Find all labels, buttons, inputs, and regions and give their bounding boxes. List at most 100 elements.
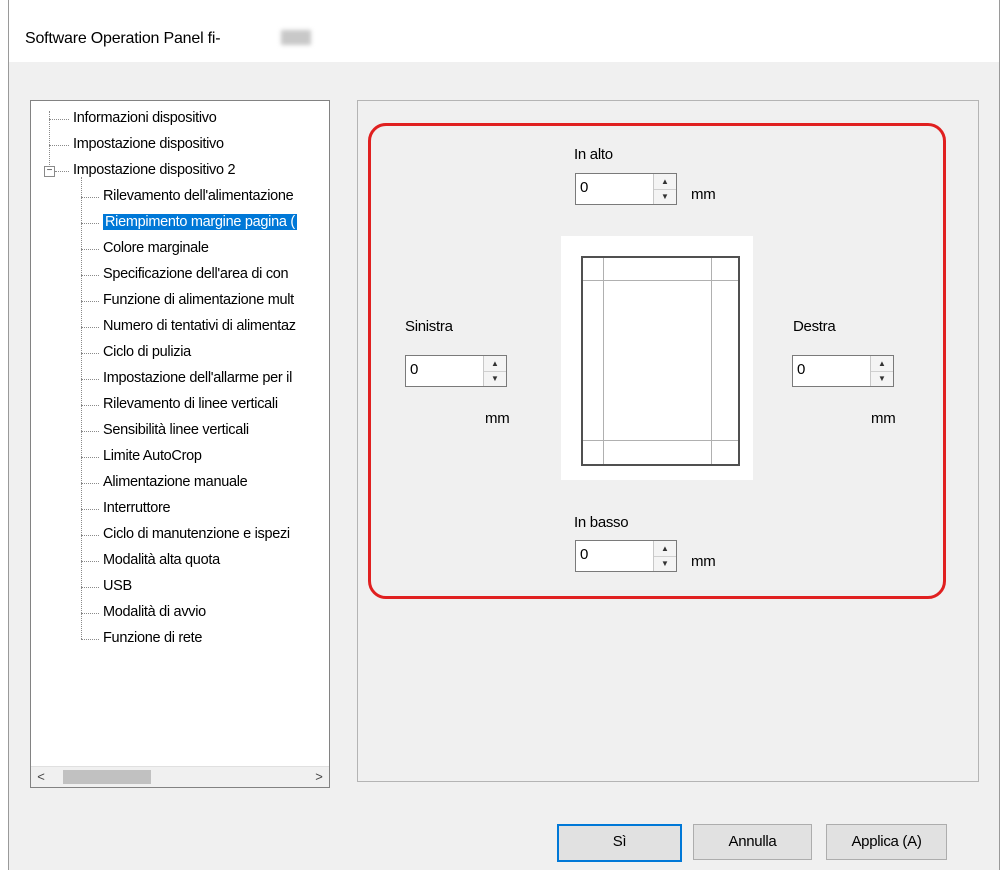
bottom-margin-value[interactable]: 0 [580, 546, 588, 563]
ok-button[interactable]: Sì [557, 824, 682, 862]
top-margin-unit: mm [691, 186, 716, 203]
tree-connector [81, 379, 99, 380]
tree-connector [81, 301, 99, 302]
tree-node-label: Impostazione dispositivo [73, 136, 224, 152]
tree-node-label: Rilevamento di linee verticali [103, 396, 278, 412]
tree-connector [81, 405, 99, 406]
tree-node-label: Riempimento margine pagina ( [103, 214, 297, 230]
scroll-right-arrow-icon[interactable]: > [309, 767, 329, 787]
tree-node-label: Limite AutoCrop [103, 448, 202, 464]
tree-node-label: Ciclo di pulizia [103, 344, 191, 360]
left-margin-spinbox[interactable]: 0 ▲ ▼ [405, 355, 507, 387]
right-margin-value[interactable]: 0 [797, 361, 805, 378]
tree-connector [81, 275, 99, 276]
tree-connector [81, 535, 99, 536]
right-margin-spinbox[interactable]: 0 ▲ ▼ [792, 355, 894, 387]
tree-child-node[interactable]: Rilevamento dell'alimentazione [103, 185, 294, 207]
redacted-model-number [281, 30, 311, 45]
tree-node-label: Sensibilità linee verticali [103, 422, 249, 438]
tree-node[interactable]: Impostazione dispositivo 2 [73, 159, 236, 181]
tree-child-node[interactable]: Sensibilità linee verticali [103, 419, 249, 441]
tree-child-node[interactable]: USB [103, 575, 132, 597]
top-margin-spinbox[interactable]: 0 ▲ ▼ [575, 173, 677, 205]
spin-up-icon[interactable]: ▲ [654, 541, 676, 557]
right-margin-label: Destra [793, 318, 836, 335]
tree-node-label: Funzione di rete [103, 630, 203, 646]
spin-up-icon[interactable]: ▲ [484, 356, 506, 372]
window-title: Software Operation Panel fi- [25, 30, 221, 47]
left-margin-unit: mm [485, 410, 510, 427]
apply-button[interactable]: Applica (A) [826, 824, 947, 860]
horizontal-scrollbar[interactable]: < > [31, 766, 329, 787]
scrollbar-thumb[interactable] [63, 770, 151, 784]
tree-connector [49, 111, 50, 171]
cancel-button[interactable]: Annulla [693, 824, 812, 860]
tree-node-label: Impostazione dell'allarme per il [103, 370, 293, 386]
tree-node[interactable]: Impostazione dispositivo [73, 133, 224, 155]
tree-connector [81, 561, 99, 562]
page-sheet-icon [581, 256, 740, 466]
tree-node-label: Informazioni dispositivo [73, 110, 217, 126]
tree-connector [81, 177, 82, 639]
tree-connector [81, 197, 99, 198]
spin-up-icon[interactable]: ▲ [871, 356, 893, 372]
tree-child-node[interactable]: Interruttore [103, 497, 171, 519]
right-margin-unit: mm [871, 410, 896, 427]
tree-connector [81, 509, 99, 510]
tree-child-node[interactable]: Impostazione dell'allarme per il [103, 367, 292, 389]
tree-node-label: Specificazione dell'area di con [103, 266, 289, 282]
tree-node-label: Interruttore [103, 500, 171, 516]
tree-node-label: Impostazione dispositivo 2 [73, 162, 236, 178]
tree-connector [81, 353, 99, 354]
top-margin-value[interactable]: 0 [580, 179, 588, 196]
tree-connector [81, 249, 99, 250]
tree-node-label: Funzione di alimentazione mult [103, 292, 294, 308]
tree-node-label: Rilevamento dell'alimentazione [103, 188, 294, 204]
spin-up-icon[interactable]: ▲ [654, 174, 676, 190]
tree-child-node[interactable]: Ciclo di pulizia [103, 341, 191, 363]
tree-node-label: Modalità di avvio [103, 604, 206, 620]
tree-child-node[interactable]: Colore marginale [103, 237, 209, 259]
tree-child-node[interactable]: Ciclo di manutenzione e ispezi [103, 523, 290, 545]
spin-down-icon[interactable]: ▼ [654, 189, 676, 204]
page-preview [561, 236, 753, 480]
title-bar: Software Operation Panel fi- [9, 0, 999, 62]
tree-node-label: Numero di tentativi di alimentaz [103, 318, 296, 334]
tree-child-node[interactable]: Modalità alta quota [103, 549, 220, 571]
tree-node-label: Colore marginale [103, 240, 209, 256]
spin-down-icon[interactable]: ▼ [871, 371, 893, 386]
tree-node-label: Ciclo di manutenzione e ispezi [103, 526, 290, 542]
spin-down-icon[interactable]: ▼ [654, 556, 676, 571]
tree-child-node[interactable]: Limite AutoCrop [103, 445, 202, 467]
spin-down-icon[interactable]: ▼ [484, 371, 506, 386]
tree-child-node[interactable]: Alimentazione manuale [103, 471, 248, 493]
top-margin-label: In alto [574, 146, 613, 163]
tree-connector [81, 431, 99, 432]
tree-child-node[interactable]: Funzione di alimentazione mult [103, 289, 294, 311]
tree-child-node[interactable]: Modalità di avvio [103, 601, 206, 623]
tree-node-label: Modalità alta quota [103, 552, 220, 568]
tree-connector [49, 145, 69, 146]
tree-child-node[interactable]: Funzione di rete [103, 627, 202, 649]
tree-connector [81, 223, 99, 224]
collapse-minus-icon[interactable]: − [44, 166, 55, 177]
scroll-left-arrow-icon[interactable]: < [31, 767, 51, 787]
tree-connector [81, 639, 99, 640]
tree-child-node[interactable]: Rilevamento di linee verticali [103, 393, 278, 415]
tree-node[interactable]: Informazioni dispositivo [73, 107, 217, 129]
tree-child-node[interactable]: Specificazione dell'area di con [103, 263, 289, 285]
tree-child-node[interactable]: Riempimento margine pagina ( [103, 211, 297, 233]
tree-connector [81, 613, 99, 614]
tree-node-label: Alimentazione manuale [103, 474, 248, 490]
bottom-margin-unit: mm [691, 553, 716, 570]
tree-connector [81, 483, 99, 484]
tree-connector [55, 171, 69, 172]
settings-tree[interactable]: Informazioni dispositivo Impostazione dis… [30, 100, 330, 788]
tree-child-node[interactable]: Numero di tentativi di alimentaz [103, 315, 296, 337]
tree-connector [81, 457, 99, 458]
tree-connector [81, 587, 99, 588]
left-margin-value[interactable]: 0 [410, 361, 418, 378]
left-margin-label: Sinistra [405, 318, 453, 335]
tree-node-label: USB [103, 578, 132, 594]
bottom-margin-spinbox[interactable]: 0 ▲ ▼ [575, 540, 677, 572]
